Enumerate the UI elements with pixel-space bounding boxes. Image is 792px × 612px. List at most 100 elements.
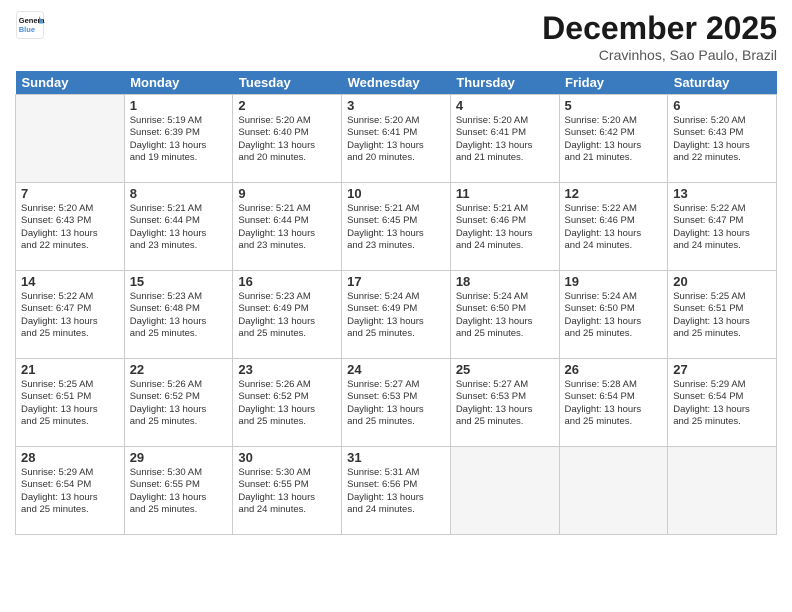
logo: General Blue [15, 10, 45, 40]
day-number: 15 [130, 274, 228, 289]
day-info: Sunrise: 5:20 AM Sunset: 6:41 PM Dayligh… [347, 115, 445, 164]
calendar-cell: 28 Sunrise: 5:29 AM Sunset: 6:54 PM Dayli… [16, 447, 125, 535]
day-info: Sunrise: 5:21 AM Sunset: 6:44 PM Dayligh… [130, 203, 228, 252]
calendar-cell [668, 447, 777, 535]
calendar-cell: 22 Sunrise: 5:26 AM Sunset: 6:52 PM Dayli… [124, 359, 233, 447]
day-number: 13 [673, 186, 771, 201]
calendar-cell [450, 447, 559, 535]
day-number: 28 [21, 450, 119, 465]
day-info: Sunrise: 5:27 AM Sunset: 6:53 PM Dayligh… [456, 379, 554, 428]
day-number: 30 [238, 450, 336, 465]
weekday-header-thursday: Thursday [450, 71, 559, 95]
day-info: Sunrise: 5:21 AM Sunset: 6:44 PM Dayligh… [238, 203, 336, 252]
calendar-cell: 20 Sunrise: 5:25 AM Sunset: 6:51 PM Dayli… [668, 271, 777, 359]
location: Cravinhos, Sao Paulo, Brazil [542, 47, 777, 63]
day-info: Sunrise: 5:22 AM Sunset: 6:47 PM Dayligh… [673, 203, 771, 252]
calendar-cell: 26 Sunrise: 5:28 AM Sunset: 6:54 PM Dayli… [559, 359, 668, 447]
day-info: Sunrise: 5:20 AM Sunset: 6:40 PM Dayligh… [238, 115, 336, 164]
day-info: Sunrise: 5:29 AM Sunset: 6:54 PM Dayligh… [21, 467, 119, 516]
day-number: 6 [673, 98, 771, 113]
calendar-table: SundayMondayTuesdayWednesdayThursdayFrid… [15, 71, 777, 535]
calendar-cell: 23 Sunrise: 5:26 AM Sunset: 6:52 PM Dayli… [233, 359, 342, 447]
day-number: 22 [130, 362, 228, 377]
calendar-cell: 11Sunrise: 5:21 AM Sunset: 6:46 PM Dayli… [450, 183, 559, 271]
calendar-cell: 5 Sunrise: 5:20 AM Sunset: 6:42 PM Daylig… [559, 95, 668, 183]
calendar-cell: 19 Sunrise: 5:24 AM Sunset: 6:50 PM Dayli… [559, 271, 668, 359]
day-info: Sunrise: 5:23 AM Sunset: 6:49 PM Dayligh… [238, 291, 336, 340]
calendar-cell: 17Sunrise: 5:24 AM Sunset: 6:49 PM Dayli… [342, 271, 451, 359]
day-info: Sunrise: 5:26 AM Sunset: 6:52 PM Dayligh… [130, 379, 228, 428]
calendar-cell: 16 Sunrise: 5:23 AM Sunset: 6:49 PM Dayli… [233, 271, 342, 359]
calendar-cell: 13 Sunrise: 5:22 AM Sunset: 6:47 PM Dayli… [668, 183, 777, 271]
day-info: Sunrise: 5:29 AM Sunset: 6:54 PM Dayligh… [673, 379, 771, 428]
day-info: Sunrise: 5:23 AM Sunset: 6:48 PM Dayligh… [130, 291, 228, 340]
calendar-cell: 4Sunrise: 5:20 AM Sunset: 6:41 PM Daylig… [450, 95, 559, 183]
day-number: 31 [347, 450, 445, 465]
calendar-cell: 15 Sunrise: 5:23 AM Sunset: 6:48 PM Dayli… [124, 271, 233, 359]
calendar-cell: 6 Sunrise: 5:20 AM Sunset: 6:43 PM Daylig… [668, 95, 777, 183]
day-info: Sunrise: 5:22 AM Sunset: 6:47 PM Dayligh… [21, 291, 119, 340]
day-info: Sunrise: 5:21 AM Sunset: 6:46 PM Dayligh… [456, 203, 554, 252]
day-info: Sunrise: 5:25 AM Sunset: 6:51 PM Dayligh… [21, 379, 119, 428]
calendar-cell: 12Sunrise: 5:22 AM Sunset: 6:46 PM Dayli… [559, 183, 668, 271]
day-number: 19 [565, 274, 663, 289]
day-number: 18 [456, 274, 554, 289]
day-info: Sunrise: 5:25 AM Sunset: 6:51 PM Dayligh… [673, 291, 771, 340]
day-info: Sunrise: 5:20 AM Sunset: 6:42 PM Dayligh… [565, 115, 663, 164]
day-number: 3 [347, 98, 445, 113]
day-info: Sunrise: 5:28 AM Sunset: 6:54 PM Dayligh… [565, 379, 663, 428]
weekday-header-tuesday: Tuesday [233, 71, 342, 95]
calendar-cell: 14 Sunrise: 5:22 AM Sunset: 6:47 PM Dayli… [16, 271, 125, 359]
title-area: December 2025 Cravinhos, Sao Paulo, Braz… [542, 10, 777, 63]
calendar-cell: 9 Sunrise: 5:21 AM Sunset: 6:44 PM Daylig… [233, 183, 342, 271]
day-info: Sunrise: 5:20 AM Sunset: 6:43 PM Dayligh… [673, 115, 771, 164]
calendar-cell [559, 447, 668, 535]
calendar-cell: 31 Sunrise: 5:31 AM Sunset: 6:56 PM Dayli… [342, 447, 451, 535]
day-number: 7 [21, 186, 119, 201]
day-number: 20 [673, 274, 771, 289]
day-info: Sunrise: 5:19 AM Sunset: 6:39 PM Dayligh… [130, 115, 228, 164]
calendar-cell [16, 95, 125, 183]
day-number: 23 [238, 362, 336, 377]
calendar-cell: 30 Sunrise: 5:30 AM Sunset: 6:55 PM Dayli… [233, 447, 342, 535]
weekday-header-wednesday: Wednesday [342, 71, 451, 95]
day-number: 5 [565, 98, 663, 113]
day-number: 26 [565, 362, 663, 377]
day-number: 8 [130, 186, 228, 201]
calendar-cell: 24Sunrise: 5:27 AM Sunset: 6:53 PM Dayli… [342, 359, 451, 447]
calendar-cell: 1 Sunrise: 5:19 AM Sunset: 6:39 PM Daylig… [124, 95, 233, 183]
day-number: 16 [238, 274, 336, 289]
day-info: Sunrise: 5:24 AM Sunset: 6:50 PM Dayligh… [565, 291, 663, 340]
day-number: 1 [130, 98, 228, 113]
weekday-header-monday: Monday [124, 71, 233, 95]
day-number: 25 [456, 362, 554, 377]
day-number: 27 [673, 362, 771, 377]
logo-icon: General Blue [15, 10, 45, 40]
day-number: 14 [21, 274, 119, 289]
day-info: Sunrise: 5:31 AM Sunset: 6:56 PM Dayligh… [347, 467, 445, 516]
calendar-cell: 18 Sunrise: 5:24 AM Sunset: 6:50 PM Dayli… [450, 271, 559, 359]
day-number: 21 [21, 362, 119, 377]
day-info: Sunrise: 5:20 AM Sunset: 6:41 PM Dayligh… [456, 115, 554, 164]
day-info: Sunrise: 5:21 AM Sunset: 6:45 PM Dayligh… [347, 203, 445, 252]
svg-text:Blue: Blue [19, 25, 35, 34]
calendar-cell: 25 Sunrise: 5:27 AM Sunset: 6:53 PM Dayli… [450, 359, 559, 447]
calendar-cell: 21 Sunrise: 5:25 AM Sunset: 6:51 PM Dayli… [16, 359, 125, 447]
calendar-cell: 10 Sunrise: 5:21 AM Sunset: 6:45 PM Dayli… [342, 183, 451, 271]
day-number: 9 [238, 186, 336, 201]
calendar-cell: 3 Sunrise: 5:20 AM Sunset: 6:41 PM Daylig… [342, 95, 451, 183]
day-number: 2 [238, 98, 336, 113]
weekday-header-saturday: Saturday [668, 71, 777, 95]
calendar-cell: 27 Sunrise: 5:29 AM Sunset: 6:54 PM Dayli… [668, 359, 777, 447]
page-container: General Blue December 2025 Cravinhos, Sa… [0, 0, 792, 545]
header: General Blue December 2025 Cravinhos, Sa… [15, 10, 777, 63]
day-info: Sunrise: 5:27 AM Sunset: 6:53 PM Dayligh… [347, 379, 445, 428]
day-info: Sunrise: 5:26 AM Sunset: 6:52 PM Dayligh… [238, 379, 336, 428]
month-title: December 2025 [542, 10, 777, 47]
day-info: Sunrise: 5:22 AM Sunset: 6:46 PM Dayligh… [565, 203, 663, 252]
day-info: Sunrise: 5:30 AM Sunset: 6:55 PM Dayligh… [238, 467, 336, 516]
weekday-header-sunday: Sunday [16, 71, 125, 95]
day-number: 10 [347, 186, 445, 201]
day-number: 29 [130, 450, 228, 465]
day-info: Sunrise: 5:24 AM Sunset: 6:50 PM Dayligh… [456, 291, 554, 340]
